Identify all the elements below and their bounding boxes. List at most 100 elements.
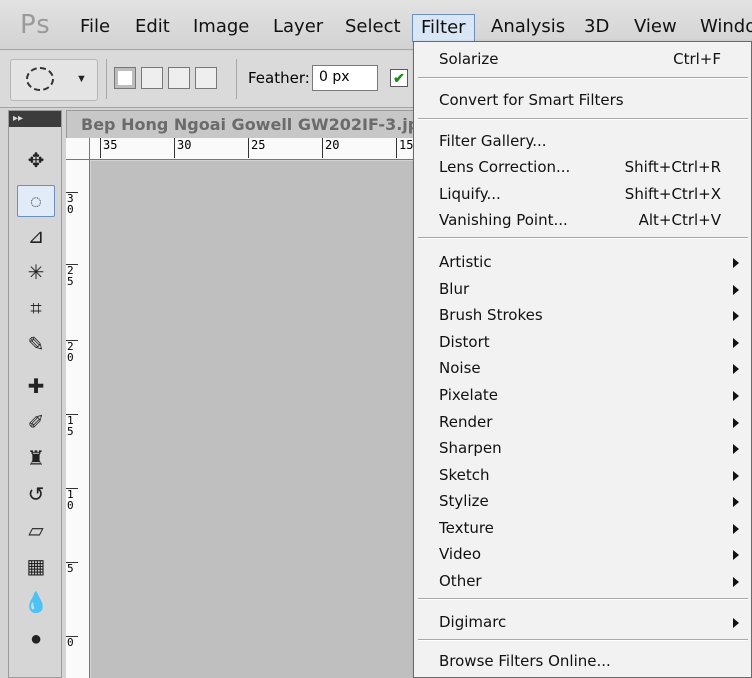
menu-item-shortcut: Alt+Ctrl+V <box>638 211 721 229</box>
eraser-icon[interactable]: ▱ <box>17 515 55 547</box>
spot-healing-icon[interactable]: ✚ <box>17 371 55 403</box>
submenu-arrow-icon <box>733 311 739 321</box>
document-title: Bep Hong Ngoai Gowell GW202IF-3.jpg <box>81 115 431 134</box>
ruler-tick-label: 30 <box>174 138 191 158</box>
menu-item-distort[interactable]: Distort <box>414 330 751 356</box>
gradient-icon[interactable]: ▦ <box>17 551 55 583</box>
menu-item-shortcut: Ctrl+F <box>673 50 721 68</box>
menu-separator <box>418 77 748 79</box>
history-brush-icon[interactable]: ↺ <box>17 479 55 511</box>
clone-stamp-icon[interactable]: ♜ <box>17 443 55 475</box>
menu-item-label: Filter Gallery... <box>439 132 547 150</box>
separator <box>106 59 107 99</box>
menu-item-noise[interactable]: Noise <box>414 356 751 382</box>
eyedropper-icon[interactable]: ✎ <box>17 329 55 361</box>
menu-view[interactable]: View <box>634 16 677 37</box>
anti-alias-checkbox[interactable]: ✔ <box>390 69 408 87</box>
crop-icon[interactable]: ⌗ <box>17 293 55 325</box>
menu-item-label: Pixelate <box>439 386 498 404</box>
toolbox-collapse-icon[interactable]: ▸▸ <box>9 111 61 127</box>
brush-icon[interactable]: ✐ <box>17 407 55 439</box>
new-selection-button[interactable] <box>114 67 136 89</box>
submenu-arrow-icon <box>733 364 739 374</box>
menu-select[interactable]: Select <box>345 16 401 37</box>
menu-item-stylize[interactable]: Stylize <box>414 489 751 515</box>
toolbox: ▸▸ ✥ ◌ ⊿ ✳ ⌗ ✎ ✚ ✐ ♜ ↺ ▱ ▦ 💧 ● <box>8 110 62 678</box>
menu-item-label: Convert for Smart Filters <box>439 91 624 109</box>
menu-image[interactable]: Image <box>193 16 249 37</box>
ruler-tick-label: 25 <box>248 138 265 158</box>
menu-item-video[interactable]: Video <box>414 542 751 568</box>
menu-item-pixelate[interactable]: Pixelate <box>414 383 751 409</box>
menu-item-label: Brush Strokes <box>439 306 543 324</box>
subtract-from-selection-button[interactable] <box>168 67 190 89</box>
polygonal-lasso-icon[interactable]: ⊿ <box>17 221 55 253</box>
menu-item-label: Noise <box>439 359 481 377</box>
menu-3d[interactable]: 3D <box>584 16 609 37</box>
submenu-arrow-icon <box>733 444 739 454</box>
submenu-arrow-icon <box>733 471 739 481</box>
menu-item-sketch[interactable]: Sketch <box>414 463 751 489</box>
submenu-arrow-icon <box>733 497 739 507</box>
menu-item-digimarc[interactable]: Digimarc <box>414 610 751 636</box>
menu-item-filter-gallery[interactable]: Filter Gallery... <box>414 129 751 155</box>
chevron-down-icon[interactable]: ▼ <box>76 73 87 85</box>
submenu-arrow-icon <box>733 258 739 268</box>
menu-item-sharpen[interactable]: Sharpen <box>414 436 751 462</box>
submenu-arrow-icon <box>733 550 739 560</box>
menu-edit[interactable]: Edit <box>135 16 170 37</box>
menu-item-last-filter[interactable]: Solarize Ctrl+F <box>414 47 751 73</box>
menu-item-artistic[interactable]: Artistic <box>414 250 751 276</box>
menu-window[interactable]: Windo <box>700 16 752 37</box>
submenu-arrow-icon <box>733 618 739 628</box>
menu-item-blur[interactable]: Blur <box>414 277 751 303</box>
menu-item-texture[interactable]: Texture <box>414 516 751 542</box>
dodge-icon[interactable]: ● <box>17 623 55 655</box>
menu-analysis[interactable]: Analysis <box>491 16 565 37</box>
menu-item-label: Lens Correction... <box>439 158 571 176</box>
move-icon[interactable]: ✥ <box>17 145 55 177</box>
separator <box>236 59 237 99</box>
vertical-ruler[interactable]: 3 0 2 5 2 0 1 5 1 0 5 0 <box>66 160 90 678</box>
feather-label: Feather: <box>248 69 310 87</box>
menu-item-label: Video <box>439 545 482 563</box>
submenu-arrow-icon <box>733 418 739 428</box>
submenu-arrow-icon <box>733 391 739 401</box>
ruler-tick-label: 5 <box>66 562 78 574</box>
menu-item-shortcut: Shift+Ctrl+X <box>624 185 721 203</box>
submenu-arrow-icon <box>733 285 739 295</box>
ruler-tick-label: 1 5 <box>66 414 78 437</box>
menu-filter[interactable]: Filter <box>412 14 475 42</box>
menu-item-label: Browse Filters Online... <box>439 652 611 670</box>
magic-wand-icon[interactable]: ✳ <box>17 257 55 289</box>
ruler-tick-label: 20 <box>322 138 339 158</box>
filter-menu-dropdown: Solarize Ctrl+F Convert for Smart Filter… <box>413 41 752 678</box>
menu-separator <box>418 639 748 641</box>
elliptical-marquee-icon[interactable]: ◌ <box>17 185 55 217</box>
menu-item-convert-smart-filters[interactable]: Convert for Smart Filters <box>414 88 751 114</box>
ruler-tick-label: 15 <box>396 138 413 158</box>
document-tab[interactable]: Bep Hong Ngoai Gowell GW202IF-3.jpg <box>66 110 431 138</box>
ruler-tick-label: 1 0 <box>66 488 78 511</box>
ruler-origin[interactable] <box>66 138 90 160</box>
menu-item-brush-strokes[interactable]: Brush Strokes <box>414 303 751 329</box>
menu-item-lens-correction[interactable]: Lens Correction... Shift+Ctrl+R <box>414 155 751 181</box>
menu-item-render[interactable]: Render <box>414 410 751 436</box>
feather-input[interactable]: 0 px <box>312 65 378 91</box>
menu-file[interactable]: File <box>80 16 110 37</box>
intersect-selection-button[interactable] <box>195 67 217 89</box>
menu-item-vanishing-point[interactable]: Vanishing Point... Alt+Ctrl+V <box>414 208 751 234</box>
photoshop-logo[interactable]: Ps <box>20 10 51 40</box>
ruler-tick-label: 2 0 <box>66 340 78 363</box>
horizontal-ruler[interactable]: 35 30 25 20 15 <box>90 138 426 160</box>
menu-item-browse-filters-online[interactable]: Browse Filters Online... <box>414 649 751 675</box>
menu-item-label: Artistic <box>439 253 492 271</box>
add-to-selection-button[interactable] <box>141 67 163 89</box>
menu-item-liquify[interactable]: Liquify... Shift+Ctrl+X <box>414 182 751 208</box>
menu-item-other[interactable]: Other <box>414 569 751 595</box>
menu-item-label: Texture <box>439 519 494 537</box>
blur-icon[interactable]: 💧 <box>17 587 55 619</box>
menu-item-label: Stylize <box>439 492 489 510</box>
menu-layer[interactable]: Layer <box>273 16 323 37</box>
document-canvas[interactable] <box>91 161 426 678</box>
